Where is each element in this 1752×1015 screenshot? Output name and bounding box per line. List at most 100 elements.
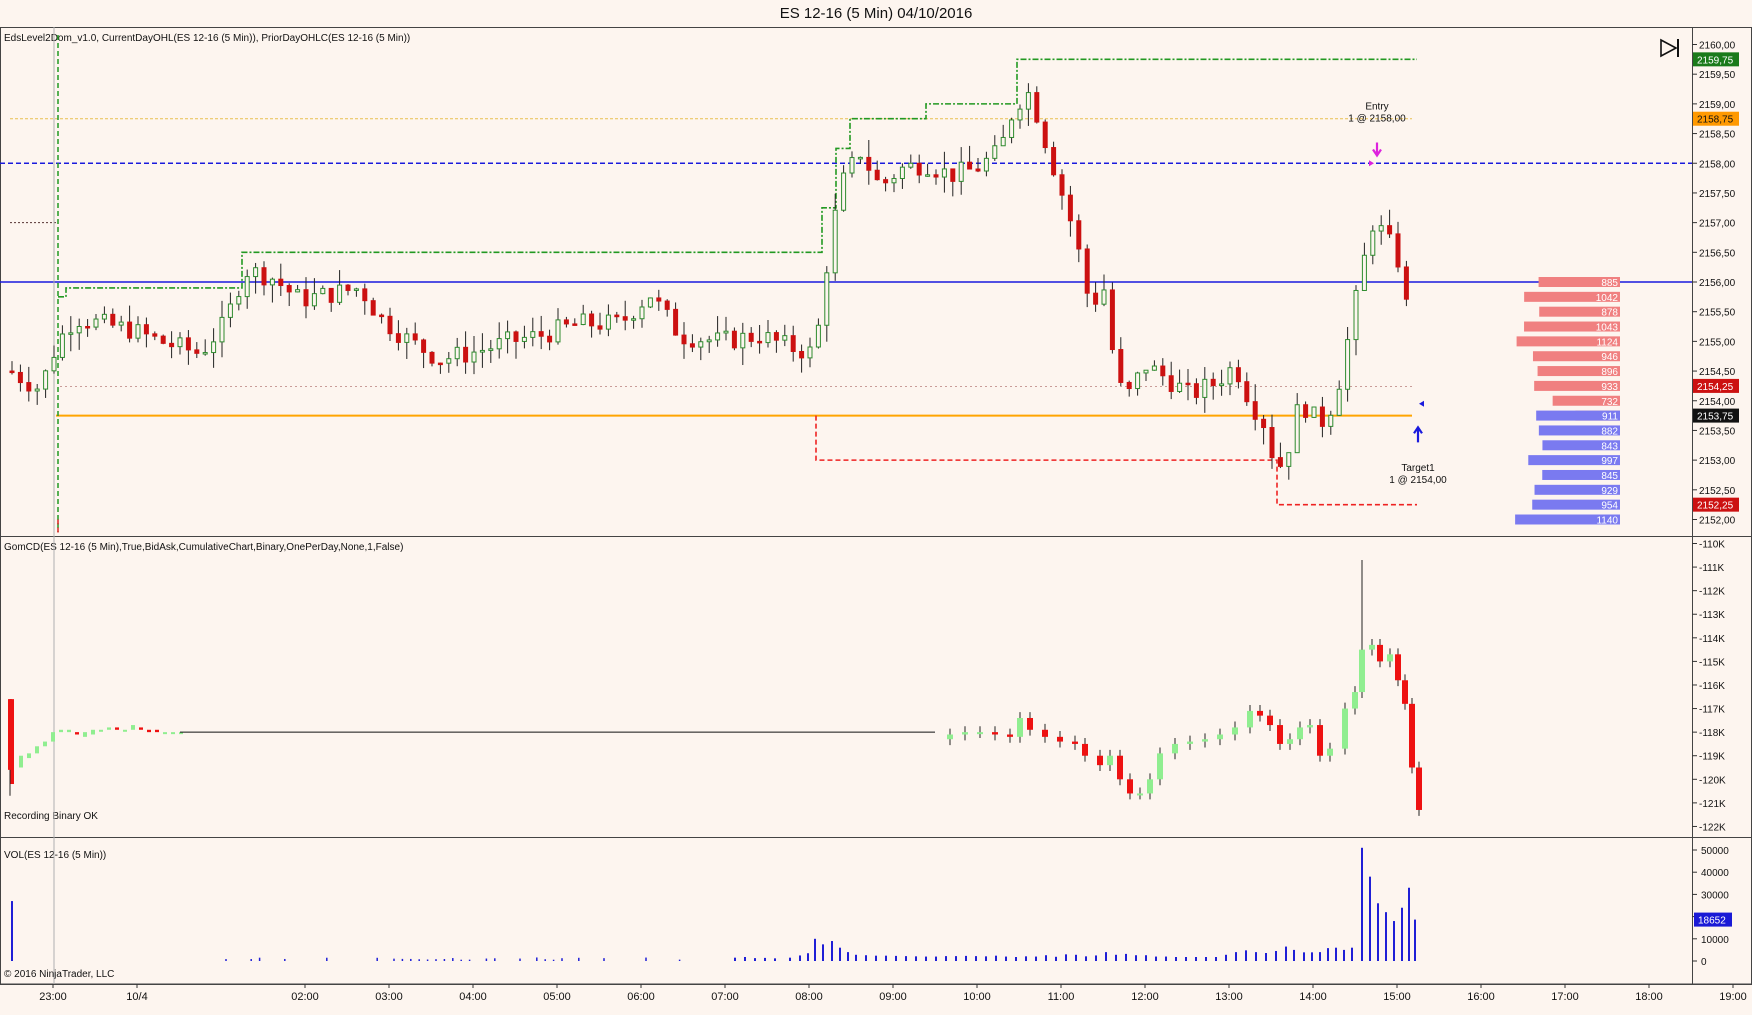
cd-candle-up <box>1157 753 1163 780</box>
candle-down <box>547 335 553 343</box>
candle-down <box>1235 367 1241 383</box>
cd-candle-down <box>75 732 79 735</box>
dom-ask-size: 911 <box>1602 412 1618 423</box>
candle-down <box>933 174 939 178</box>
target-marker-icon <box>1419 400 1424 407</box>
price-tag-text: 2159,75 <box>1697 55 1734 66</box>
candle-up <box>723 330 729 334</box>
candle-down <box>286 285 292 293</box>
cd-candle-down <box>1277 725 1283 744</box>
cd-candle-up <box>1359 649 1365 693</box>
entry-marker-icon <box>1369 160 1374 167</box>
price-tick-label: 2157,50 <box>1699 189 1736 200</box>
candle-up <box>236 296 242 305</box>
candle-down <box>1160 365 1166 377</box>
cd-tick-label: -119K <box>1699 752 1725 763</box>
price-tick-label: 2152,00 <box>1699 516 1736 527</box>
cd-tick-label: -120K <box>1699 775 1726 786</box>
dom-bid-size: 1042 <box>1596 293 1619 304</box>
candle-down <box>152 333 158 337</box>
cd-candle-down <box>1117 755 1123 780</box>
current-day-high-line <box>58 58 1417 298</box>
candle-up <box>841 172 847 211</box>
candle-down <box>17 371 23 384</box>
target-arrow-icon <box>1413 425 1423 443</box>
candle-up <box>580 313 586 326</box>
candle-down <box>185 337 191 351</box>
chart-canvas[interactable]: 2160,00 2159,50 2159,00 2158,50 2158,00 2157,… <box>0 27 1752 1015</box>
candle-up <box>1345 339 1351 390</box>
cd-candle-up <box>19 755 23 768</box>
cd-candle-down <box>1027 717 1033 730</box>
price-tick-label: 2155,00 <box>1699 337 1736 348</box>
price-tag-text: 2153,75 <box>1697 412 1734 423</box>
cd-candle-down <box>1317 725 1323 756</box>
candle-up <box>639 306 645 320</box>
price-tick-label: 2158,50 <box>1699 130 1736 141</box>
cd-tick-label: -114K <box>1699 634 1725 645</box>
cd-candle-down <box>1127 779 1133 794</box>
candle-down <box>1277 457 1283 467</box>
candle-up <box>244 276 250 298</box>
candle-down <box>1252 401 1258 420</box>
entry-detail: 1 @ 2158,00 <box>1348 114 1406 125</box>
time-tick-label: 06:00 <box>627 991 655 1003</box>
cd-candle-down <box>155 729 159 733</box>
cd-candle-up <box>1387 654 1393 662</box>
candle-down <box>572 323 578 326</box>
cd-candle-down <box>1267 715 1273 726</box>
entry-label: Entry <box>1365 102 1388 113</box>
cd-candle-up <box>107 727 111 730</box>
dom-ask-size: 929 <box>1601 486 1618 497</box>
cd-candle-up <box>51 732 55 742</box>
candle-down <box>143 324 149 335</box>
cd-candle-up <box>1247 710 1253 728</box>
candle-up <box>765 332 771 344</box>
cd-tick-label: -116K <box>1699 681 1725 692</box>
cd-candle-up <box>1172 743 1178 754</box>
cd-candle-down <box>1257 710 1263 716</box>
candle-up <box>807 346 813 359</box>
candle-up <box>320 287 326 295</box>
candle-down <box>773 332 779 341</box>
goto-end-icon[interactable] <box>1660 38 1678 58</box>
candle-down <box>362 288 368 302</box>
candle-down <box>1303 404 1309 418</box>
candle-up <box>505 331 511 340</box>
cd-candle-up <box>99 729 103 732</box>
price-tick-label: 2159,00 <box>1699 100 1736 111</box>
candle-up <box>353 288 359 291</box>
candle-down <box>1210 378 1216 387</box>
cd-candle-up <box>163 732 167 735</box>
cd-candle-up <box>1137 793 1143 796</box>
candle-up <box>1328 414 1334 427</box>
candle-up <box>1101 289 1107 305</box>
candle-down <box>563 319 569 325</box>
cd-tick-label: -110K <box>1699 540 1725 551</box>
cd-candle-up <box>1217 734 1223 740</box>
candle-up <box>101 313 107 320</box>
candle-up <box>1361 254 1367 291</box>
dom-ask-size: 1140 <box>1596 516 1618 527</box>
price-tick-label: 2156,00 <box>1699 278 1736 289</box>
candle-down <box>681 334 687 345</box>
time-tick-label: 05:00 <box>543 991 571 1003</box>
candle-up <box>1202 378 1208 398</box>
time-tick-label: 15:00 <box>1383 991 1411 1003</box>
candle-down <box>799 350 805 359</box>
dom-bid-size: 732 <box>1601 397 1618 408</box>
cd-candle-up <box>1202 739 1208 742</box>
candle-down <box>412 333 418 341</box>
candle-up <box>1378 225 1384 232</box>
candle-up <box>983 157 989 172</box>
cd-candle-down <box>8 699 12 770</box>
time-tick-label: 02:00 <box>291 991 319 1003</box>
candle-down <box>673 308 679 336</box>
candle-down <box>874 169 880 181</box>
candle-up <box>1353 289 1359 341</box>
time-tick-label: 03:00 <box>375 991 403 1003</box>
candle-down <box>589 313 595 327</box>
price-tick-label: 2157,00 <box>1699 219 1736 230</box>
candle-up <box>76 326 82 334</box>
cd-candle-up <box>977 732 983 735</box>
